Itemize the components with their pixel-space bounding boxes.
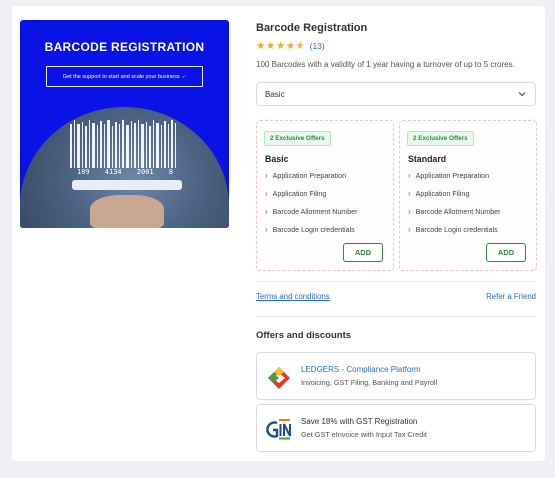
offer-subtitle: Get GST eInvoice with Input Tax Credit — [301, 430, 427, 439]
plan-card-basic[interactable]: 2 Exclusive Offers Basic › Application Pr… — [256, 120, 394, 271]
hero-title: BARCODE REGISTRATION — [44, 40, 205, 54]
star-icon: ★ — [265, 40, 276, 52]
refer-friend-link[interactable]: Refer a Friend — [486, 292, 536, 301]
plan-feature: › Application Filing — [408, 189, 470, 198]
exclusive-offers-badge: 2 Exclusive Offers — [407, 131, 474, 146]
product-description: 100 Barcodes with a validity of 1 year h… — [256, 60, 515, 69]
product-hero-image: BARCODE REGISTRATION Get the support to … — [20, 20, 229, 228]
barcode-digits: 109 4134 2001 8 — [77, 168, 173, 176]
plan-feature: › Application Preparation — [408, 171, 490, 180]
plan-card-standard[interactable]: 2 Exclusive Offers Standard › Application… — [399, 120, 537, 271]
plan-feature: › Application Filing — [265, 189, 327, 198]
plan-feature: › Barcode Login credentials — [408, 225, 498, 234]
add-basic-button[interactable]: ADD — [343, 243, 383, 262]
ledgers-logo-icon — [268, 367, 290, 389]
chevron-down-icon — [518, 92, 526, 97]
plan-name: Basic — [265, 154, 289, 164]
chevron-right-icon: › — [408, 225, 411, 234]
plan-name: Standard — [408, 154, 447, 164]
rating[interactable]: ★ ★ ★ ★ ★ (13) — [256, 40, 325, 52]
gst-logo-icon — [266, 419, 291, 440]
plan-feature: › Barcode Allotment Number — [408, 207, 501, 216]
half-star-icon: ★ — [295, 40, 306, 52]
exclusive-offers-badge: 2 Exclusive Offers — [264, 131, 331, 146]
divider — [256, 281, 536, 282]
offer-card-ledgers[interactable]: LEDGERS - Compliance Platform Invoicing,… — [256, 352, 536, 400]
add-standard-button[interactable]: ADD — [486, 243, 526, 262]
rocket-icon: ➶ — [181, 73, 187, 80]
product-card: BARCODE REGISTRATION Get the support to … — [12, 6, 545, 461]
star-icon: ★ — [256, 40, 266, 52]
chevron-right-icon: › — [265, 189, 268, 198]
star-icon: ★ — [285, 40, 296, 52]
hero-tagline: Get the support to start and scale your … — [46, 66, 203, 87]
chevron-right-icon: › — [265, 207, 268, 216]
plan-select[interactable]: Basic — [256, 82, 536, 106]
terms-link[interactable]: Terms and conditions — [256, 292, 330, 301]
star-icon: ★ — [275, 40, 286, 52]
plan-feature: › Application Preparation — [265, 171, 347, 180]
offer-title: Save 18% with GST Registration — [301, 417, 418, 426]
chevron-right-icon: › — [408, 171, 411, 180]
plan-feature: › Barcode Allotment Number — [265, 207, 358, 216]
offer-subtitle: Invoicing, GST Filing, Banking and Payro… — [301, 378, 438, 387]
offer-card-gst[interactable]: Save 18% with GST Registration Get GST e… — [256, 404, 536, 452]
phone-graphic — [72, 180, 182, 190]
plan-select-value: Basic — [265, 89, 285, 99]
chevron-right-icon: › — [408, 207, 411, 216]
chevron-right-icon: › — [265, 225, 268, 234]
hand-graphic — [90, 195, 164, 228]
rating-count[interactable]: (13) — [310, 41, 325, 51]
chevron-right-icon: › — [265, 171, 268, 180]
offers-heading: Offers and discounts — [256, 330, 352, 341]
chevron-right-icon: › — [408, 189, 411, 198]
divider — [256, 316, 536, 317]
plan-feature: › Barcode Login credentials — [265, 225, 355, 234]
product-title: Barcode Registration — [256, 22, 368, 34]
offer-title: LEDGERS - Compliance Platform — [301, 365, 421, 374]
barcode-graphic — [70, 120, 176, 168]
